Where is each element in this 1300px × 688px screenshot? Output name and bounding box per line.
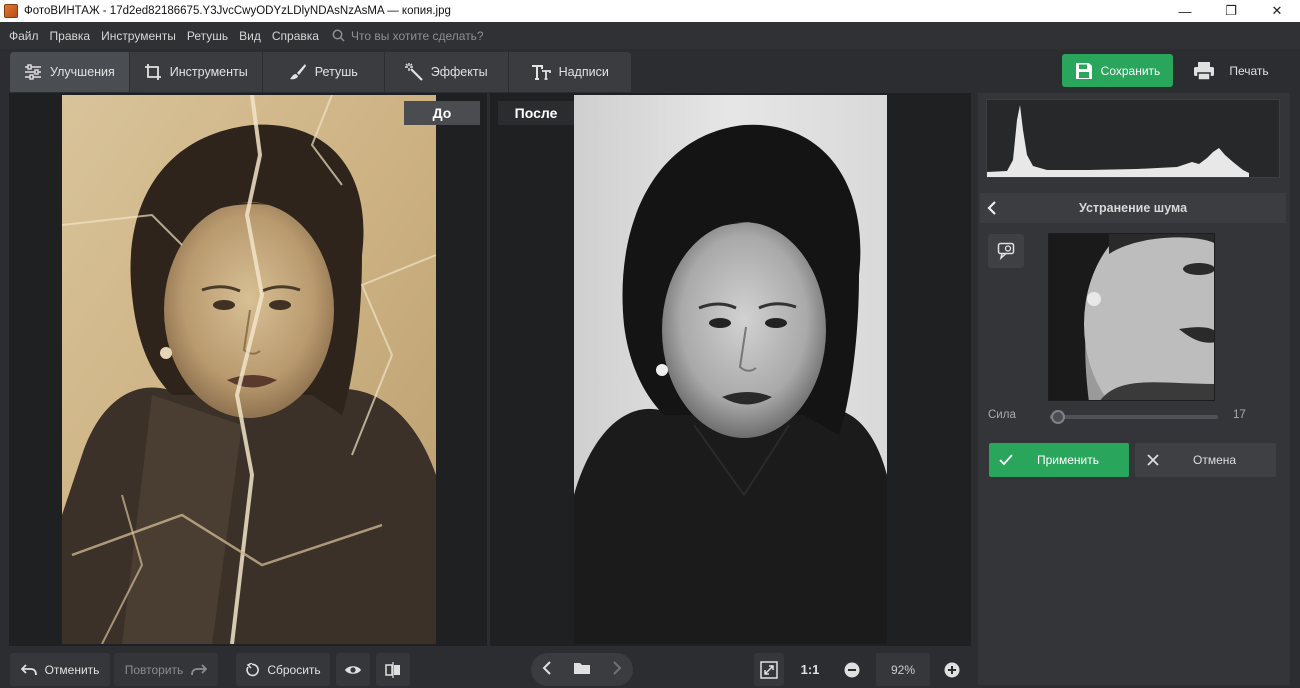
checkmark-icon [999,454,1013,466]
brush-icon [289,64,306,80]
zoom-out-button[interactable] [838,653,866,686]
minimize-button[interactable]: — [1162,0,1208,22]
tab-tools[interactable]: Инструменты [130,52,263,92]
reset-icon [246,662,260,676]
bottom-bar: Отменить Повторить Сбросить 1:1 92% [0,646,978,688]
original-photo [62,95,436,644]
search-placeholder: Что вы хотите сделать? [350,28,484,43]
undo-icon [20,663,37,675]
split-view-icon [385,661,400,678]
maximize-button[interactable]: ❐ [1208,0,1254,22]
tab-retouch-label: Ретушь [314,65,358,79]
undo-label: Отменить [44,662,100,677]
preview-toggle-button[interactable] [336,653,370,686]
print-label: Печать [1229,63,1269,78]
menu-help[interactable]: Справка [272,29,319,43]
histogram [986,99,1280,178]
actual-size-button[interactable]: 1:1 [791,653,829,686]
menu-view[interactable]: Вид [239,29,261,43]
noise-preview-image [1048,233,1215,401]
fit-to-screen-button[interactable] [754,653,784,686]
zoom-level[interactable]: 92% [876,653,930,686]
reset-label: Сбросить [267,662,321,677]
magic-wand-icon [404,63,423,81]
tab-captions-label: Надписи [558,65,609,79]
menu-tools[interactable]: Инструменты [101,29,176,43]
image-canvas[interactable]: До После [9,93,971,646]
text-icon [531,65,551,80]
crop-icon [144,64,161,80]
after-label: После [498,101,574,125]
menu-edit[interactable]: Правка [50,29,91,43]
save-label: Сохранить [1100,63,1161,78]
app-icon [4,4,18,18]
save-button[interactable]: Сохранить [1062,54,1173,87]
open-folder-button[interactable] [573,661,591,678]
chevron-left-icon [987,201,996,215]
tab-bar: Улучшения Инструменты Ретушь Эффекты Над… [10,52,631,92]
side-panel: Устранение шума Сила 17 Применить Отмена [978,93,1290,685]
zoom-in-button[interactable] [938,653,966,686]
cancel-button[interactable]: Отмена [1135,443,1276,477]
tab-enhancements-label: Улучшения [50,65,115,79]
strength-value: 17 [1233,409,1246,421]
apply-button[interactable]: Применить [989,443,1129,477]
tab-effects-label: Эффекты [430,65,488,79]
compare-bubble-icon [997,242,1015,260]
menu-bar: Файл Правка Инструменты Ретушь Вид Справ… [0,22,1300,49]
close-icon [1147,454,1159,466]
before-pane[interactable]: До [9,93,487,646]
strength-slider[interactable] [1050,410,1218,424]
close-button[interactable]: ✕ [1254,0,1300,22]
redo-icon [191,663,208,675]
tab-effects[interactable]: Эффекты [385,52,509,92]
eye-icon [345,665,361,674]
restored-photo [574,95,887,644]
window-title: ФотоВИНТАЖ - 17d2ed82186675.Y3JvcCwyODYz… [24,5,451,17]
title-bar: ФотоВИНТАЖ - 17d2ed82186675.Y3JvcCwyODYz… [0,0,1300,22]
folder-icon [573,663,590,674]
panel-title: Устранение шума [1078,201,1188,215]
before-label: До [404,101,480,125]
image-navigation [531,653,633,686]
tab-captions[interactable]: Надписи [509,52,631,92]
printer-icon [1194,61,1215,81]
menu-retouch[interactable]: Ретушь [187,29,228,43]
search-icon [332,29,345,42]
menu-file[interactable]: Файл [9,29,39,43]
next-image-button[interactable] [612,661,622,678]
undo-button[interactable]: Отменить [10,653,110,686]
zoom-out-icon [844,662,860,677]
redo-label: Повторить [124,662,184,677]
split-view-button[interactable] [376,653,410,686]
chevron-left-icon [542,661,551,675]
tab-tools-label: Инструменты [169,65,248,79]
main-toolbar: Улучшения Инструменты Ретушь Эффекты Над… [0,49,1300,93]
zoom-in-icon [944,662,960,677]
print-button[interactable]: Печать [1176,54,1286,87]
sliders-icon [25,64,41,80]
previous-image-button[interactable] [542,661,552,678]
panel-header: Устранение шума [980,193,1286,223]
tab-retouch[interactable]: Ретушь [263,52,385,92]
cancel-label: Отмена [1193,453,1237,467]
save-icon [1075,62,1092,79]
command-search[interactable]: Что вы хотите сделать? [332,29,484,43]
strength-slider-handle[interactable] [1051,410,1066,424]
apply-label: Применить [1037,453,1100,467]
tab-enhancements[interactable]: Улучшения [10,52,130,92]
strength-label: Сила [988,409,1016,421]
after-pane[interactable]: После [490,93,971,646]
reset-button[interactable]: Сбросить [236,653,330,686]
back-button[interactable] [980,201,1004,215]
fit-screen-icon [760,660,778,679]
redo-button[interactable]: Повторить [114,653,218,686]
compare-toggle-button[interactable] [988,234,1024,268]
chevron-right-icon [613,661,622,675]
